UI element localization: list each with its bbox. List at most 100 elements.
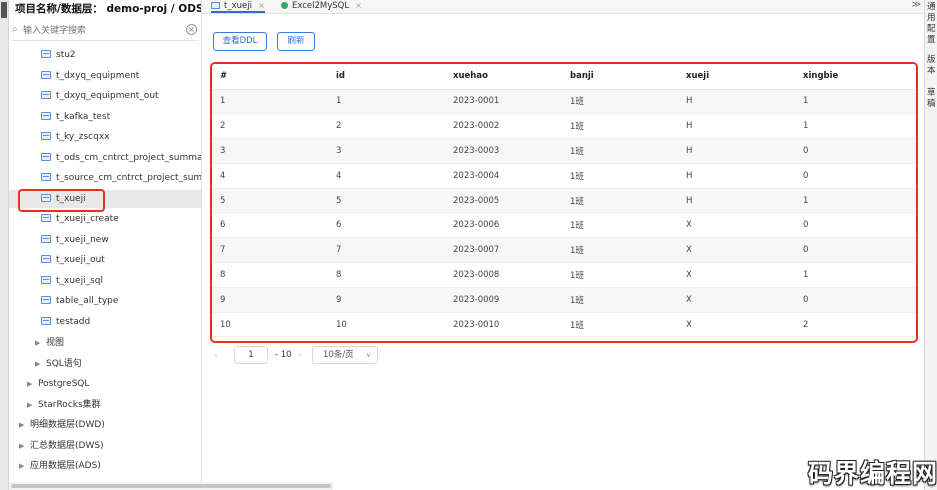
table-cell[interactable]: X bbox=[678, 262, 795, 288]
table-cell[interactable]: 1班 bbox=[562, 287, 678, 313]
column-header[interactable]: banji bbox=[562, 64, 678, 90]
table-cell[interactable]: 1班 bbox=[562, 188, 678, 214]
table-cell[interactable]: 6 bbox=[212, 212, 328, 239]
table-cell[interactable]: 2023-0003 bbox=[445, 138, 562, 164]
table-cell[interactable]: 1班 bbox=[562, 113, 678, 140]
table-row[interactable]: 3 3 2023-0003 1班 H 0 bbox=[212, 138, 916, 164]
table-cell[interactable]: 10 bbox=[212, 312, 328, 338]
prev-page-icon[interactable]: ‹ bbox=[214, 351, 218, 361]
table-cell[interactable]: 7 bbox=[212, 237, 328, 264]
table-cell[interactable]: 1 bbox=[795, 188, 916, 214]
expand-arrow-icon[interactable]: ▶ bbox=[35, 334, 43, 352]
table-cell[interactable]: 2023-0009 bbox=[445, 287, 562, 313]
table-cell[interactable]: 3 bbox=[212, 138, 328, 164]
close-icon[interactable]: × bbox=[355, 1, 362, 10]
table-item-t-dxyq-equipment-out[interactable]: t_dxyq_equipment_out bbox=[9, 87, 201, 105]
tab-overflow-icon[interactable]: ≫ bbox=[912, 0, 921, 10]
table-cell[interactable]: 0 bbox=[795, 212, 916, 239]
table-cell[interactable]: X bbox=[678, 237, 795, 264]
table-item-t-kafka-test[interactable]: t_kafka_test bbox=[9, 108, 201, 126]
table-cell[interactable]: 1 bbox=[212, 89, 328, 115]
panel-draft[interactable]: 草稿 bbox=[927, 88, 937, 110]
panel-version[interactable]: 版本 bbox=[927, 55, 937, 77]
table-row[interactable]: 1 1 2023-0001 1班 H 1 bbox=[212, 89, 916, 115]
table-cell[interactable]: 5 bbox=[328, 188, 445, 214]
table-cell[interactable]: X bbox=[678, 312, 795, 338]
table-cell[interactable]: 2023-0008 bbox=[445, 262, 562, 288]
expand-arrow-icon[interactable]: ▶ bbox=[27, 396, 35, 414]
refresh-button[interactable]: 刷新 bbox=[277, 32, 315, 51]
table-row[interactable]: 7 7 2023-0007 1班 X 0 bbox=[212, 237, 916, 264]
table-cell[interactable]: 4 bbox=[212, 163, 328, 189]
table-row[interactable]: 6 6 2023-0006 1班 X 0 bbox=[212, 212, 916, 239]
table-item-stu2[interactable]: stu2 bbox=[9, 46, 201, 64]
folder-starrocks[interactable]: ▶ StarRocks集群 bbox=[27, 396, 101, 414]
table-cell[interactable]: 1 bbox=[795, 113, 916, 140]
table-cell[interactable]: 2 bbox=[328, 113, 445, 140]
folder-postgresql[interactable]: ▶ PostgreSQL bbox=[27, 375, 89, 393]
table-cell[interactable]: X bbox=[678, 287, 795, 313]
column-header[interactable]: xuehao bbox=[445, 64, 562, 90]
view-ddl-button[interactable]: 查看DDL bbox=[213, 32, 267, 51]
tab-excel2mysql[interactable]: Excel2MySQL × bbox=[281, 0, 362, 13]
table-cell[interactable]: 6 bbox=[328, 212, 445, 239]
table-item-table-all-type[interactable]: table_all_type bbox=[9, 292, 201, 310]
column-header[interactable]: xueji bbox=[678, 64, 795, 90]
table-cell[interactable]: 7 bbox=[328, 237, 445, 264]
page-size-select[interactable]: 10条/页 ∨ bbox=[312, 346, 378, 364]
table-item-t-xueji-out[interactable]: t_xueji_out bbox=[9, 251, 201, 269]
table-cell[interactable]: 1 bbox=[795, 89, 916, 115]
table-item-testadd[interactable]: testadd bbox=[9, 313, 201, 331]
table-cell[interactable]: 0 bbox=[795, 237, 916, 264]
expand-arrow-icon[interactable]: ▶ bbox=[19, 416, 27, 434]
table-item-t-dxyq-equipment[interactable]: t_dxyq_equipment bbox=[9, 67, 201, 85]
table-cell[interactable]: 1班 bbox=[562, 89, 678, 115]
table-cell[interactable]: 0 bbox=[795, 138, 916, 164]
table-cell[interactable]: 8 bbox=[212, 262, 328, 288]
folder-views[interactable]: ▶ 视图 bbox=[35, 334, 64, 352]
next-page-icon[interactable]: › bbox=[298, 351, 302, 361]
table-cell[interactable]: 2023-0007 bbox=[445, 237, 562, 264]
table-row[interactable]: 4 4 2023-0004 1班 H 0 bbox=[212, 163, 916, 189]
column-header[interactable]: id bbox=[328, 64, 445, 90]
table-cell[interactable]: 1班 bbox=[562, 312, 678, 338]
scrollbar-thumb[interactable] bbox=[11, 484, 331, 488]
table-cell[interactable]: H bbox=[678, 89, 795, 115]
table-cell[interactable]: 1班 bbox=[562, 262, 678, 288]
table-cell[interactable]: 9 bbox=[212, 287, 328, 313]
folder-dwd[interactable]: ▶ 明细数据层(DWD) bbox=[19, 416, 105, 434]
table-cell[interactable]: 1 bbox=[795, 262, 916, 288]
column-header[interactable]: xingbie bbox=[795, 64, 916, 90]
table-item-t-xueji-create[interactable]: t_xueji_create bbox=[9, 210, 201, 228]
table-cell[interactable]: 2023-0002 bbox=[445, 113, 562, 140]
clear-search-icon[interactable]: × bbox=[186, 24, 197, 35]
table-cell[interactable]: 9 bbox=[328, 287, 445, 313]
expand-arrow-icon[interactable]: ▶ bbox=[35, 355, 43, 373]
table-cell[interactable]: 1班 bbox=[562, 138, 678, 164]
panel-general-config[interactable]: 通用配置 bbox=[927, 2, 937, 46]
table-cell[interactable]: 8 bbox=[328, 262, 445, 288]
table-cell[interactable]: H bbox=[678, 138, 795, 164]
table-cell[interactable]: 1班 bbox=[562, 163, 678, 189]
folder-sql[interactable]: ▶ SQL语句 bbox=[35, 355, 82, 373]
table-cell[interactable]: H bbox=[678, 163, 795, 189]
table-row[interactable]: 10 10 2023-0010 1班 X 2 bbox=[212, 312, 916, 338]
table-cell[interactable]: 1 bbox=[328, 89, 445, 115]
table-cell[interactable]: H bbox=[678, 188, 795, 214]
table-row[interactable]: 8 8 2023-0008 1班 X 1 bbox=[212, 262, 916, 288]
tab-t-xueji[interactable]: t_xueji × bbox=[211, 0, 265, 13]
table-cell[interactable]: H bbox=[678, 113, 795, 140]
table-item-t-xueji-sql[interactable]: t_xueji_sql bbox=[9, 272, 201, 290]
table-cell[interactable]: 2023-0005 bbox=[445, 188, 562, 214]
table-cell[interactable]: 2023-0006 bbox=[445, 212, 562, 239]
expand-arrow-icon[interactable]: ▶ bbox=[19, 437, 27, 455]
table-row[interactable]: 9 9 2023-0009 1班 X 0 bbox=[212, 287, 916, 313]
table-cell[interactable]: 2023-0010 bbox=[445, 312, 562, 338]
close-icon[interactable]: × bbox=[258, 1, 265, 10]
page-number-input[interactable]: 1 bbox=[234, 346, 268, 364]
table-item-t-source-cm-cntrct-project-summary[interactable]: t_source_cm_cntrct_project_summary bbox=[9, 169, 201, 187]
table-cell[interactable]: 2023-0004 bbox=[445, 163, 562, 189]
table-item-t-ky-zscqxx[interactable]: t_ky_zscqxx bbox=[9, 128, 201, 146]
table-cell[interactable]: 1班 bbox=[562, 212, 678, 239]
expand-arrow-icon[interactable]: ▶ bbox=[19, 457, 27, 475]
